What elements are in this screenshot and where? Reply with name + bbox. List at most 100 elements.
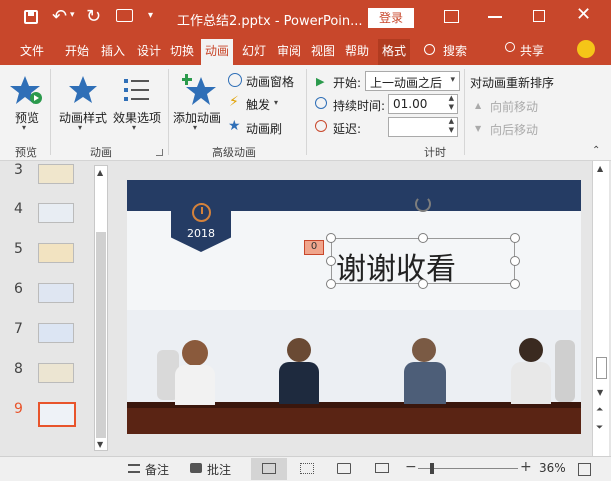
move-later-icon[interactable]: ▼ — [475, 124, 481, 133]
thumbnail-scrollbar[interactable]: ▲ ▼ — [94, 165, 108, 451]
feedback-smiley-icon[interactable] — [577, 40, 595, 58]
resize-handle[interactable] — [510, 279, 520, 289]
slide-thumbnail[interactable] — [38, 363, 74, 383]
anim-painter-icon[interactable]: ★ — [228, 118, 241, 134]
anim-style-dropdown-icon[interactable]: ▾ — [78, 123, 82, 132]
move-later-button[interactable]: 向后移动 — [490, 121, 538, 138]
slide-thumbnail[interactable] — [38, 203, 74, 223]
resize-handle[interactable] — [418, 233, 428, 243]
start-select-dropdown-icon[interactable]: ▾ — [450, 75, 455, 85]
anim-painter-button[interactable]: 动画刷 — [246, 120, 282, 137]
editor-scrollbar[interactable]: ▲ ▼ ⏶ ⏷ — [592, 161, 609, 456]
slide-thumbnail[interactable] — [38, 243, 74, 263]
slide-thumbnail[interactable] — [38, 283, 74, 303]
comments-button[interactable]: 批注 — [207, 461, 231, 478]
tab-help[interactable]: 帮助 — [345, 42, 369, 59]
zoom-slider-thumb[interactable] — [430, 463, 434, 474]
zoom-level[interactable]: 36% — [539, 461, 566, 475]
anim-style-button[interactable]: 动画样式 — [59, 109, 107, 126]
slide-thumbnail-selected[interactable] — [38, 402, 76, 427]
normal-view-icon[interactable] — [251, 458, 287, 480]
start-select[interactable]: 上一动画之后 ▾ — [365, 71, 460, 91]
zoom-slider[interactable] — [418, 463, 518, 474]
slide-title[interactable]: 谢谢收看 — [336, 244, 456, 288]
notes-button[interactable]: 备注 — [145, 461, 169, 478]
scroll-thumb[interactable] — [596, 357, 607, 379]
tab-insert[interactable]: 插入 — [101, 42, 125, 59]
effect-options-icon[interactable] — [122, 75, 152, 105]
close-icon[interactable]: ✕ — [576, 4, 591, 25]
scroll-thumb[interactable] — [96, 232, 106, 438]
preview-star-icon[interactable] — [10, 75, 44, 107]
slide-sorter-icon[interactable] — [300, 463, 314, 474]
save-icon[interactable] — [24, 10, 38, 24]
tab-slideshow[interactable]: 幻灯 — [242, 42, 266, 59]
add-animation-dropdown-icon[interactable]: ▾ — [193, 123, 197, 132]
delay-up-icon[interactable]: ▲ — [449, 117, 454, 125]
title-textbox[interactable]: 谢谢收看 — [331, 238, 515, 287]
share-button[interactable]: 共享 — [520, 42, 544, 59]
trigger-button[interactable]: 触发 — [246, 96, 270, 113]
prev-slide-icon[interactable]: ⏶ — [596, 405, 603, 415]
anim-style-star-icon[interactable] — [68, 75, 98, 105]
effect-options-button[interactable]: 效果选项 — [113, 109, 161, 126]
redo-icon[interactable]: ↻ — [86, 6, 101, 27]
search-label[interactable]: 搜索 — [443, 42, 467, 59]
delay-down-icon[interactable]: ▼ — [449, 126, 454, 134]
slide-thumbnail[interactable] — [38, 164, 74, 184]
tab-view[interactable]: 视图 — [311, 42, 335, 59]
effect-options-dropdown-icon[interactable]: ▾ — [132, 123, 136, 132]
tab-review[interactable]: 审阅 — [277, 42, 301, 59]
duration-up-icon[interactable]: ▲ — [449, 94, 454, 102]
tab-file[interactable]: 文件 — [20, 42, 44, 59]
scroll-down-icon[interactable]: ▼ — [97, 440, 103, 449]
anim-pane-icon[interactable] — [228, 73, 242, 87]
move-earlier-button[interactable]: 向前移动 — [490, 98, 538, 115]
tab-animations[interactable]: 动画 — [201, 39, 234, 65]
fit-to-window-icon[interactable] — [578, 463, 591, 476]
duration-stepper[interactable]: 01.00 ▲ ▼ — [388, 94, 458, 114]
scroll-up-icon[interactable]: ▲ — [97, 168, 103, 177]
move-earlier-icon[interactable]: ▲ — [475, 101, 481, 110]
preview-dropdown-icon[interactable]: ▾ — [22, 123, 26, 132]
tab-format[interactable]: 格式 — [378, 39, 411, 65]
resize-handle[interactable] — [418, 279, 428, 289]
undo-dropdown-icon[interactable]: ▾ — [70, 10, 75, 20]
customize-toolbar-icon[interactable]: ▾ — [148, 10, 153, 21]
resize-handle[interactable] — [326, 256, 336, 266]
add-animation-icon[interactable] — [182, 73, 218, 107]
animation-tag[interactable]: 0 — [304, 240, 324, 255]
slide-canvas[interactable]: 2018 0 谢谢收看 — [127, 180, 581, 434]
maximize-icon[interactable] — [533, 10, 545, 22]
search-icon[interactable] — [424, 44, 435, 55]
resize-handle[interactable] — [510, 256, 520, 266]
resize-handle[interactable] — [510, 233, 520, 243]
dialog-launcher-icon[interactable] — [156, 149, 163, 156]
slideshow-view-icon[interactable] — [375, 463, 389, 473]
login-button[interactable]: 登录 — [368, 8, 414, 28]
scroll-up-icon[interactable]: ▲ — [597, 164, 603, 173]
reading-view-icon[interactable] — [337, 463, 351, 474]
zoom-in-icon[interactable]: + — [520, 459, 532, 475]
resize-handle[interactable] — [326, 279, 336, 289]
resize-handle[interactable] — [326, 233, 336, 243]
slide-thumbnail[interactable] — [38, 323, 74, 343]
next-slide-icon[interactable]: ⏷ — [596, 423, 603, 433]
scroll-down-icon[interactable]: ▼ — [597, 388, 603, 397]
comments-icon[interactable] — [190, 463, 202, 473]
anim-pane-button[interactable]: 动画窗格 — [246, 73, 294, 90]
duration-down-icon[interactable]: ▼ — [449, 103, 454, 111]
delay-stepper[interactable]: ▲ ▼ — [388, 117, 458, 137]
ribbon-display-icon[interactable] — [444, 10, 459, 23]
slideshow-icon[interactable] — [116, 9, 133, 22]
undo-icon[interactable]: ↶ — [52, 6, 67, 27]
minimize-icon[interactable] — [488, 16, 502, 18]
tab-transitions[interactable]: 切换 — [170, 42, 194, 59]
tab-design[interactable]: 设计 — [137, 42, 161, 59]
preview-button[interactable]: 预览 — [15, 109, 39, 126]
share-icon[interactable] — [505, 42, 515, 52]
notes-icon[interactable] — [128, 464, 140, 473]
tab-home[interactable]: 开始 — [65, 42, 89, 59]
rotate-handle-icon[interactable] — [415, 196, 431, 212]
zoom-out-icon[interactable]: − — [405, 459, 417, 475]
